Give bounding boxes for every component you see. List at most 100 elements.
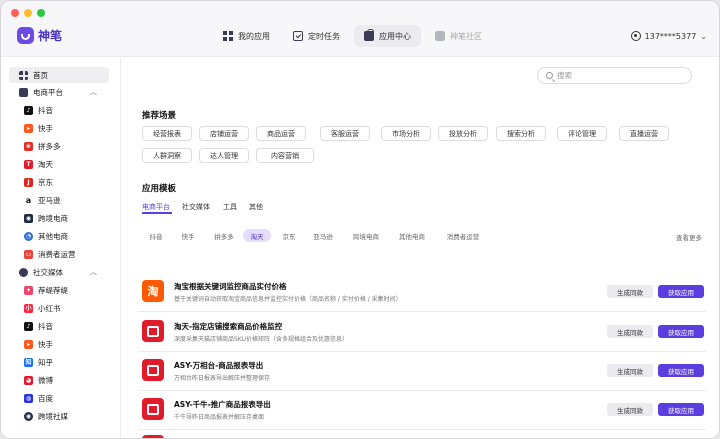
template-title: 淘宝根据关键词监控商品实付价格: [174, 282, 287, 291]
generate-similar-button[interactable]: 生成同款: [607, 403, 653, 416]
get-app-button[interactable]: 获取应用: [658, 403, 704, 416]
weibo-icon: ◕: [24, 375, 33, 385]
chip-scene[interactable]: 搜索分析: [496, 126, 546, 141]
sidebar-item-label: 快手: [38, 123, 53, 133]
shopping-bag-icon: [364, 29, 374, 41]
sidebar-group-social[interactable]: 社交媒体 ︿: [9, 264, 109, 280]
chip-scene[interactable]: 客服运营: [320, 126, 370, 141]
chip-scene[interactable]: 投放分析: [438, 126, 488, 141]
generate-similar-button[interactable]: 生成同款: [607, 285, 653, 298]
sidebar-item-xiaohongshu[interactable]: 小小红书: [9, 300, 109, 316]
sidebar-item-weibo[interactable]: ◕ 微博: [9, 372, 109, 388]
sidebar-group-ecommerce[interactable]: 电商平台 ︿: [9, 84, 109, 100]
kuaishou-icon: ▸: [24, 123, 33, 133]
app-window: 神笔 我的应用 定时任务 应用中心 神笔社区 137****5377 ⌄ 首页: [0, 0, 720, 439]
tab-social[interactable]: 社交媒体: [182, 202, 210, 212]
get-app-button[interactable]: 获取应用: [658, 285, 704, 298]
calendar-check-icon: [293, 31, 303, 41]
platform-filter[interactable]: 跨境电商: [346, 229, 386, 242]
chip-scene[interactable]: 店铺运营: [199, 126, 249, 141]
xiaohongshu-icon: 小: [24, 303, 33, 313]
sidebar-item-crossborder[interactable]: ◉ 跨境电商: [9, 210, 109, 226]
jd-icon: J: [24, 177, 33, 187]
platform-filter[interactable]: 亚马逊: [306, 229, 340, 242]
chip-scene[interactable]: 评论管理: [557, 126, 607, 141]
sidebar-item-amazon[interactable]: a 亚马逊: [9, 192, 109, 208]
platform-filter[interactable]: 其他电商: [392, 229, 432, 242]
chip-scene[interactable]: 直播运营: [619, 126, 669, 141]
nav-community[interactable]: 神笔社区: [425, 25, 492, 47]
tab-tools[interactable]: 工具: [223, 202, 237, 212]
template-desc: 千牛导昨日商品报表并解压存桌面: [174, 414, 265, 421]
consumer-ops-icon: ▭: [24, 249, 33, 259]
sidebar-item-zhihu[interactable]: 知知乎: [9, 354, 109, 370]
sidebar-item-douyin[interactable]: ♪ 抖音: [9, 102, 109, 118]
platform-filter[interactable]: 拼多多: [207, 229, 241, 242]
chip-scene[interactable]: 经营报表: [142, 126, 192, 141]
kuaishou-icon: ▸: [24, 339, 33, 349]
chip-scene[interactable]: 人群洞察: [142, 148, 192, 163]
close-window-button[interactable]: [11, 9, 19, 17]
chevron-up-icon: ︿: [90, 88, 97, 96]
minimize-window-button[interactable]: [24, 9, 32, 17]
platform-filter[interactable]: 快手: [174, 229, 202, 242]
search-input[interactable]: 搜索: [537, 67, 692, 84]
sidebar-item-douyin-social[interactable]: ♪ 抖音: [9, 318, 109, 334]
sidebar-item-other-ecommerce[interactable]: ◔ 其他电商: [9, 228, 109, 244]
nav-my-apps[interactable]: 我的应用: [213, 25, 280, 47]
template-row[interactable]: 淘 淘宝根据关键词监控商品实付价格 基于关键词自动获取淘宝商品信息并监控实付价格…: [142, 280, 704, 306]
get-app-button[interactable]: 获取应用: [658, 325, 704, 338]
get-app-button[interactable]: 获取应用: [658, 364, 704, 377]
search-placeholder: 搜索: [557, 71, 572, 80]
template-row[interactable]: 淘天-指定店铺搜索商品价格监控 深度采集天猫店铺商品SKU价格矩阵（含多规格组合…: [142, 320, 704, 346]
chip-scene[interactable]: 商品运营: [256, 126, 306, 141]
template-row[interactable]: ASY-千牛-推广商品报表导出 千牛导昨日商品报表并解压存桌面 生成同款 获取应…: [142, 398, 704, 424]
sidebar-item-baidu[interactable]: ◍ 百度: [9, 390, 109, 406]
tmall-icon: [142, 398, 164, 420]
sidebar-item-jd[interactable]: J 京东: [9, 174, 109, 190]
tmall-icon: [142, 359, 164, 381]
platform-filter-active[interactable]: 淘天: [243, 229, 271, 242]
sidebar-item-label: 快手: [38, 339, 53, 349]
generate-similar-button[interactable]: 生成同款: [607, 325, 653, 338]
app-name: 神笔: [38, 29, 63, 43]
sidebar-item-label: 跨境社媒: [38, 411, 68, 421]
chip-scene[interactable]: 内容营销: [256, 148, 314, 163]
nav-scheduled-tasks[interactable]: 定时任务: [283, 25, 350, 47]
generate-similar-button[interactable]: 生成同款: [607, 364, 653, 377]
maximize-window-button[interactable]: [37, 9, 45, 17]
search-icon: [546, 72, 553, 79]
sidebar-item-label: 淘天: [38, 159, 53, 169]
row-divider: [138, 390, 706, 391]
user-circle-icon: [630, 31, 641, 41]
sidebar-item-kuaishou-social[interactable]: ▸ 快手: [9, 336, 109, 352]
chip-scene[interactable]: 市场分析: [381, 126, 431, 141]
platform-filter[interactable]: 消费者运营: [438, 229, 488, 242]
view-more-link[interactable]: 查看更多: [676, 232, 702, 242]
sidebar-item-home[interactable]: 首页: [9, 67, 109, 83]
template-row[interactable]: ASY-万相台-商品报表导出 万相台昨日报表导出解压并整理保存 生成同款 获取应…: [142, 359, 704, 385]
douyin-icon: ♪: [24, 105, 33, 115]
tab-ecommerce[interactable]: 电商平台: [142, 202, 170, 212]
sidebar-item-crossborder-social[interactable]: ◉ 跨境社媒: [9, 408, 109, 424]
chip-scene[interactable]: 达人管理: [199, 148, 249, 163]
app-logo[interactable]: 神笔: [17, 27, 62, 44]
sidebar-group-label: 电商平台: [33, 87, 63, 97]
sidebar-item-consumer-ops[interactable]: ▭ 消费者运营: [9, 246, 109, 262]
sidebar-item-label: 拼多多: [38, 141, 61, 151]
nav-app-center[interactable]: 应用中心: [354, 25, 421, 47]
user-menu[interactable]: 137****5377 ⌄: [630, 31, 707, 41]
platform-filter[interactable]: 抖音: [142, 229, 170, 242]
sidebar-item-jianti[interactable]: ✦ 荐缇荐缇: [9, 282, 109, 298]
sidebar: 首页 电商平台 ︿ ♪ 抖音 ▸ 快手 ❀ 拼多多 T 淘天 J 京东 a 亚马逊 ◉ 跨境电…: [1, 58, 121, 438]
sidebar-item-kuaishou[interactable]: ▸ 快手: [9, 120, 109, 136]
platform-filter[interactable]: 京东: [275, 229, 303, 242]
chevron-up-icon: ︿: [90, 268, 97, 276]
zhihu-icon: 知: [24, 357, 33, 367]
tab-other[interactable]: 其他: [249, 202, 263, 212]
sidebar-item-label: 京东: [38, 177, 53, 187]
sidebar-item-taotian[interactable]: T 淘天: [9, 156, 109, 172]
title-bar: 神笔 我的应用 定时任务 应用中心 神笔社区 137****5377 ⌄: [1, 1, 719, 57]
sidebar-item-pinduoduo[interactable]: ❀ 拼多多: [9, 138, 109, 154]
sidebar-item-label: 其他电商: [38, 231, 68, 241]
